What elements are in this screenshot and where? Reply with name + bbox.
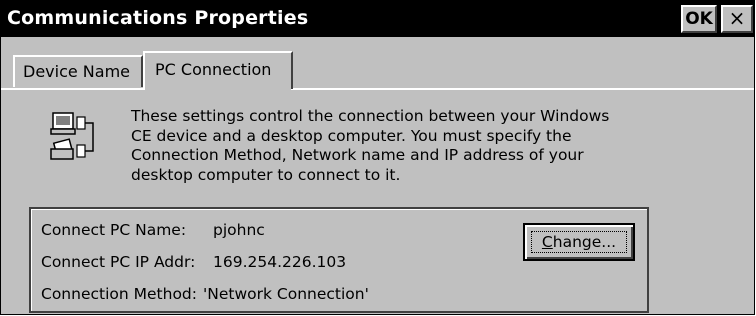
tab-strip: Device Name PC Connection bbox=[1, 49, 754, 89]
window-title: Communications Properties bbox=[7, 7, 309, 29]
active-tab-gap bbox=[145, 88, 291, 90]
change-button[interactable]: Change... bbox=[523, 223, 635, 261]
change-label-rest: hange... bbox=[552, 233, 617, 251]
description-line: desktop computer to connect to it. bbox=[131, 165, 401, 184]
pc-name-value: pjohnc bbox=[213, 221, 265, 239]
description-line: Connection Method, Network name and IP a… bbox=[131, 146, 584, 164]
connection-method-label: Connection Method: bbox=[41, 285, 197, 303]
tab-pc-connection[interactable]: PC Connection bbox=[143, 51, 293, 89]
tab-divider bbox=[1, 88, 754, 90]
connection-settings-group: Connect PC Name: pjohnc Connect PC IP Ad… bbox=[29, 207, 649, 313]
ok-button[interactable]: OK bbox=[681, 5, 717, 33]
pc-connection-icon bbox=[45, 111, 101, 171]
close-button[interactable]: × bbox=[721, 5, 753, 33]
ip-address-value: 169.254.226.103 bbox=[213, 253, 347, 271]
title-bar: Communications Properties OK × bbox=[1, 1, 754, 37]
description-line: These settings control the connection be… bbox=[131, 107, 610, 125]
change-mnemonic: C bbox=[541, 233, 553, 251]
tab-device-name[interactable]: Device Name bbox=[13, 55, 143, 87]
connection-method-value: 'Network Connection' bbox=[203, 285, 369, 303]
communications-properties-window: Communications Properties OK × Device Na… bbox=[0, 0, 755, 315]
pc-name-label: Connect PC Name: bbox=[41, 221, 187, 239]
ip-address-label: Connect PC IP Addr: bbox=[41, 253, 196, 271]
change-button-label: Change... bbox=[542, 233, 616, 251]
description-text: These settings control the connection be… bbox=[131, 107, 651, 185]
description-line: CE device and a desktop computer. You mu… bbox=[131, 126, 572, 145]
